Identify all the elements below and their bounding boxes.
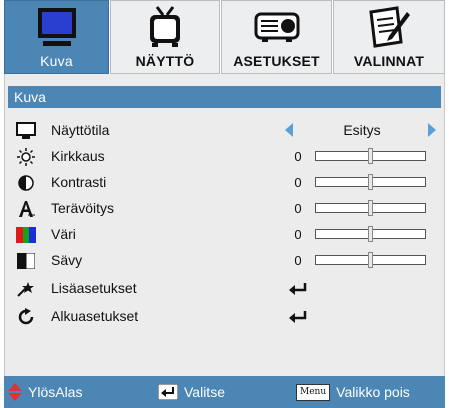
slider-thumb[interactable] — [368, 174, 373, 190]
reset-icon — [15, 307, 37, 327]
tab-label: Kuva — [40, 53, 73, 69]
enter-icon — [289, 310, 307, 328]
tab-valinnat[interactable]: VALINNAT — [333, 0, 445, 74]
tab-label: ASETUKSET — [233, 53, 320, 69]
row-label: Näyttötila — [51, 122, 110, 138]
slider-thumb[interactable] — [368, 252, 373, 268]
row-label: Alkuasetukset — [51, 308, 139, 324]
menu-row-color[interactable]: Väri 0 — [5, 222, 446, 248]
slider-thumb[interactable] — [368, 226, 373, 242]
row-label: Kirkkaus — [51, 148, 105, 164]
display-mode-icon — [15, 121, 37, 141]
contrast-value: 0 — [294, 175, 302, 190]
tab-naytto[interactable]: NÄYTTÖ — [110, 0, 220, 74]
menu-row-tint[interactable]: Sävy 0 — [5, 248, 446, 274]
arrow-right-icon[interactable] — [428, 123, 436, 137]
row-label: Väri — [51, 226, 76, 242]
contrast-icon — [15, 173, 37, 193]
tint-value: 0 — [294, 253, 302, 268]
color-value: 0 — [294, 227, 302, 242]
tv-icon — [111, 5, 219, 49]
section-title: Kuva — [8, 86, 441, 108]
footer-select: Valitse — [158, 376, 225, 408]
row-label: Terävöitys — [51, 200, 115, 216]
menu-row-contrast[interactable]: Kontrasti 0 — [5, 170, 446, 196]
contrast-slider[interactable] — [315, 174, 426, 190]
menu-panel: Kuva Näyttötila Esitys Kirkkaus 0 Kontra… — [4, 74, 445, 376]
menu-row-sharpness[interactable]: Terävöitys 0 — [5, 196, 446, 222]
tab-asetukset[interactable]: ASETUKSET — [221, 0, 332, 74]
tint-icon — [15, 251, 37, 271]
brightness-value: 0 — [294, 149, 302, 164]
sharpness-icon — [15, 199, 37, 219]
row-label: Lisäasetukset — [51, 280, 137, 296]
display-mode-value: Esitys — [343, 122, 381, 138]
monitor-icon — [5, 5, 108, 49]
footer-updown-label: YlösAlas — [28, 384, 83, 400]
brightness-slider[interactable] — [315, 148, 426, 164]
up-down-arrow-icon — [8, 383, 22, 401]
row-label: Kontrasti — [51, 174, 107, 190]
advanced-icon — [15, 279, 37, 299]
footer-bar: YlösAlas Valitse Menu Valikko pois — [4, 376, 445, 408]
color-slider[interactable] — [315, 226, 426, 242]
menu-key-icon: Menu — [296, 383, 331, 401]
checklist-icon — [334, 5, 444, 49]
tab-bar: Kuva NÄYTTÖ ASETUKSET VALINNAT — [4, 0, 445, 74]
osd-menu: Kuva NÄYTTÖ ASETUKSET VALINNAT Kuva Näyt… — [0, 0, 449, 408]
slider-thumb[interactable] — [368, 200, 373, 216]
arrow-left-icon[interactable] — [285, 123, 293, 137]
footer-updown: YlösAlas — [8, 376, 82, 408]
footer-exit-label: Valikko pois — [336, 384, 410, 400]
menu-row-reset[interactable]: Alkuasetukset — [5, 304, 446, 330]
row-label: Sävy — [51, 252, 83, 268]
enter-key-icon — [158, 384, 178, 400]
projector-icon — [222, 5, 331, 49]
menu-row-brightness[interactable]: Kirkkaus 0 — [5, 144, 446, 170]
tab-label: NÄYTTÖ — [135, 53, 195, 69]
footer-exit: Menu Valikko pois — [296, 376, 410, 408]
brightness-icon — [15, 147, 37, 167]
color-icon — [15, 225, 37, 245]
sharpness-value: 0 — [294, 201, 302, 216]
footer-select-label: Valitse — [184, 384, 225, 400]
sharpness-slider[interactable] — [315, 200, 426, 216]
tab-label: VALINNAT — [353, 53, 425, 69]
menu-row-display-mode[interactable]: Näyttötila Esitys — [5, 118, 446, 144]
slider-thumb[interactable] — [368, 148, 373, 164]
tab-kuva[interactable]: Kuva — [4, 0, 109, 74]
enter-icon — [289, 282, 307, 300]
menu-row-advanced[interactable]: Lisäasetukset — [5, 276, 446, 302]
tint-slider[interactable] — [315, 252, 426, 268]
